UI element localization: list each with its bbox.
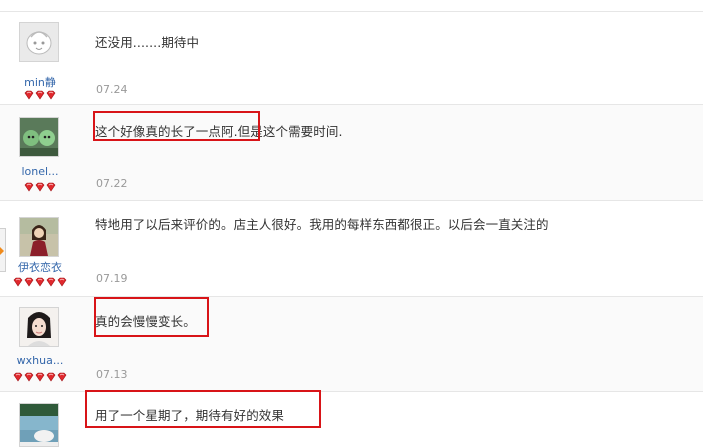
avatar[interactable]	[19, 117, 59, 157]
review-date: 07.13	[96, 368, 128, 381]
review-date: 07.19	[96, 272, 128, 285]
review-row: lonel... 这个好像真的长了一点阿.但是这个需要时间. 07.22	[0, 104, 703, 200]
avatar[interactable]	[19, 403, 59, 447]
avatar[interactable]	[19, 217, 59, 257]
review-row: 用了一个星期了，期待有好的效果	[0, 390, 703, 447]
rank-gem-icon	[24, 277, 34, 287]
rank-gem-icon	[35, 372, 45, 382]
reviewer-info	[0, 392, 80, 447]
avatar[interactable]	[19, 22, 59, 62]
review-text: 用了一个星期了，期待有好的效果	[95, 408, 285, 423]
rank-badge	[0, 182, 80, 192]
rank-badge	[0, 90, 80, 100]
review-text: 这个好像真的长了一点阿.但是这个需要时间.	[95, 124, 343, 139]
reviewer-info: lonel...	[0, 105, 80, 200]
rank-badge	[0, 277, 80, 287]
rank-gem-icon	[35, 277, 45, 287]
rank-gem-icon	[35, 90, 45, 100]
review-text: 还没用.......期待中	[95, 35, 200, 50]
rank-gem-icon	[24, 372, 34, 382]
username[interactable]: lonel...	[0, 165, 80, 178]
rank-gem-icon	[13, 277, 23, 287]
username[interactable]: wxhua...	[0, 354, 80, 367]
review-date: 07.22	[96, 177, 128, 190]
rank-gem-icon	[24, 90, 34, 100]
avatar[interactable]	[19, 307, 59, 347]
rank-badge	[0, 372, 80, 382]
side-expand-tab[interactable]	[0, 228, 6, 272]
rank-gem-icon	[35, 182, 45, 192]
rank-gem-icon	[46, 90, 56, 100]
rank-gem-icon	[57, 277, 67, 287]
reviewer-info: 伊衣恋衣	[0, 201, 80, 296]
review-row: min静 还没用.......期待中 07.24	[0, 11, 703, 104]
username[interactable]: 伊衣恋衣	[0, 259, 80, 275]
review-text: 真的会慢慢变长。	[95, 314, 196, 329]
rank-gem-icon	[46, 277, 56, 287]
review-date: 07.24	[96, 83, 128, 96]
rank-gem-icon	[46, 372, 56, 382]
rank-gem-icon	[13, 372, 23, 382]
rank-gem-icon	[57, 372, 67, 382]
username[interactable]: min静	[0, 74, 80, 90]
reviewer-info: wxhua...	[0, 297, 80, 391]
review-row: 伊衣恋衣 特地用了以后来评价的。店主人很好。我用的每样东西都很正。以后会一直关注…	[0, 200, 703, 296]
review-text: 特地用了以后来评价的。店主人很好。我用的每样东西都很正。以后会一直关注的	[95, 217, 549, 232]
review-list: min静 还没用.......期待中 07.24 lonel... 这个好像真的…	[0, 0, 703, 447]
reviewer-info: min静	[0, 12, 80, 104]
rank-gem-icon	[24, 182, 34, 192]
rank-gem-icon	[46, 182, 56, 192]
review-row: wxhua... 真的会慢慢变长。 07.13	[0, 296, 703, 391]
